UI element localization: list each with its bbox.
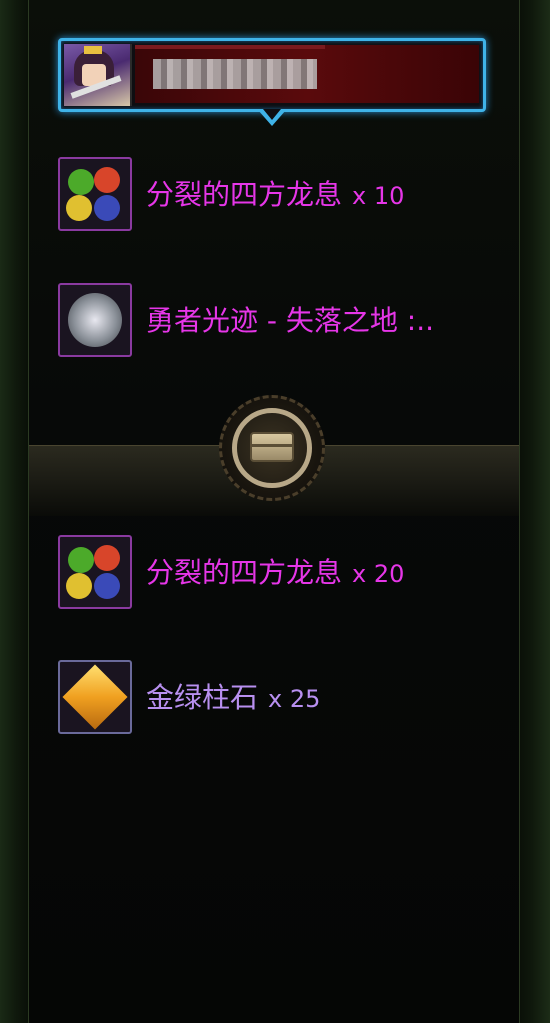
dragon-breath-gems-icon <box>58 535 132 609</box>
avatar <box>64 44 132 106</box>
item-label: 勇者光迹 - 失落之地 :.. <box>146 303 444 340</box>
dragon-breath-gems-icon <box>58 157 132 231</box>
player-name-bar <box>135 45 479 103</box>
list-item[interactable]: 金绿柱石 x 25 <box>58 660 498 736</box>
treasure-chest-emblem-icon <box>250 432 294 462</box>
item-qty: x 25 <box>268 685 321 713</box>
item-name: 勇者光迹 - 失落之地 :.. <box>146 304 435 337</box>
item-name: 分裂的四方龙息 <box>146 556 343 589</box>
list-item[interactable]: 分裂的四方龙息 x 10 <box>58 157 498 233</box>
name-bar-accent <box>135 45 325 49</box>
hero-light-trace-icon <box>58 283 132 357</box>
chrysoberyl-gem-icon <box>58 660 132 734</box>
item-name: 分裂的四方龙息 <box>146 178 343 211</box>
item-label: 金绿柱石 x 25 <box>146 680 320 717</box>
right-border <box>519 0 550 1023</box>
item-qty: x 20 <box>352 560 405 588</box>
left-border <box>0 0 29 1023</box>
item-qty: x 10 <box>352 182 405 210</box>
chest-latch <box>252 444 292 447</box>
player-header[interactable] <box>58 38 486 112</box>
list-item[interactable]: 分裂的四方龙息 x 20 <box>58 535 498 611</box>
player-name-obscured <box>153 59 317 89</box>
reward-panel: 分裂的四方龙息 x 10 勇者光迹 - 失落之地 :.. 分裂的四方龙息 x 20 <box>0 0 550 1023</box>
header-pointer-inner <box>263 109 281 120</box>
item-label: 分裂的四方龙息 x 20 <box>146 555 404 592</box>
avatar-crown <box>84 46 102 54</box>
list-item[interactable]: 勇者光迹 - 失落之地 :.. <box>58 283 498 359</box>
item-name: 金绿柱石 <box>146 681 259 714</box>
item-label: 分裂的四方龙息 x 10 <box>146 177 404 214</box>
